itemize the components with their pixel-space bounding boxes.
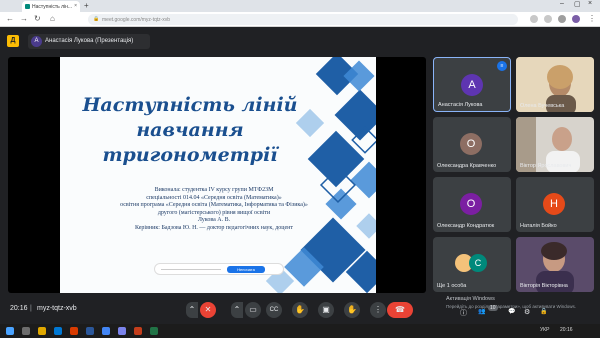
address-bar: ← → ↻ ⌂ 🔒 meet.google.com/myz-tqtz-xvb ⋮ xyxy=(0,12,600,27)
powerpoint-icon[interactable] xyxy=(134,327,142,335)
meet-header: Д А Анастасія Лукова (Презентація) xyxy=(0,28,600,54)
word-icon[interactable] xyxy=(86,327,94,335)
participant-name: Ще 1 особа xyxy=(437,283,467,289)
deco-diamond xyxy=(356,213,376,239)
participant-tile[interactable]: Вікторія Вікторівна xyxy=(516,237,594,292)
participant-avatar: С xyxy=(469,254,487,272)
extension-icon[interactable] xyxy=(544,15,552,23)
captions-button[interactable]: CC xyxy=(266,302,282,318)
search-icon[interactable] xyxy=(22,327,30,335)
extension-icon[interactable] xyxy=(530,15,538,23)
participant-avatar: О xyxy=(460,133,482,155)
close-tab-icon[interactable]: × xyxy=(74,3,77,9)
camera-button[interactable]: ▭ xyxy=(245,302,261,318)
windows-taskbar: УКР 20:16 xyxy=(0,324,600,338)
participant-tile[interactable]: О Олександр Кондратюк xyxy=(433,177,511,232)
slide-toolbar: Непочата презентація xyxy=(154,263,284,279)
raise-hand-button[interactable]: ✋ xyxy=(292,302,308,318)
participant-name: Олександр Кондратюк xyxy=(437,223,495,229)
downloads-icon[interactable] xyxy=(558,15,566,23)
participant-name: Вікторія Вікторівна xyxy=(520,283,568,289)
office-icon[interactable] xyxy=(70,327,78,335)
participant-avatar: А xyxy=(461,74,483,96)
maximize-icon[interactable]: ▢ xyxy=(574,0,581,8)
start-icon[interactable] xyxy=(6,327,14,335)
slide-body-line: другого (магістерського) рівня вищої осв… xyxy=(157,209,271,216)
slide-toolbar-button[interactable]: Непочата презентація xyxy=(227,266,265,279)
participant-tile[interactable]: Олена Бучевська xyxy=(516,57,594,112)
participant-name: Наталія Бойко xyxy=(520,223,557,229)
activities-icon[interactable]: ⚙ xyxy=(524,308,530,316)
presenter-chip[interactable]: А Анастасія Лукова (Презентація) xyxy=(28,34,150,49)
language-indicator[interactable]: УКР xyxy=(540,327,549,333)
participant-name: Анастасія Лукова xyxy=(438,102,483,108)
participant-tile[interactable]: Віктор Ярославович xyxy=(516,117,594,172)
speaking-indicator-icon: ≡ xyxy=(497,61,507,71)
presentation-slide: Наступність ліній навчання тригонометрії… xyxy=(60,57,376,293)
profile-avatar[interactable] xyxy=(572,15,580,23)
participant-tile[interactable]: О Олександра Кравченко xyxy=(433,117,511,172)
participant-name: Олена Бучевська xyxy=(520,103,565,109)
slide-toolbar-hint xyxy=(161,269,221,270)
participant-avatar: Н xyxy=(543,193,565,215)
close-window-icon[interactable]: × xyxy=(588,0,592,7)
lock-icon: 🔒 xyxy=(93,16,100,22)
tab-title: Наступність лін... xyxy=(32,4,73,10)
system-clock[interactable]: 20:16 xyxy=(560,327,573,333)
presentation-stage: Наступність ліній навчання тригонометрії… xyxy=(8,57,426,293)
more-options-button[interactable]: ⋮ xyxy=(370,302,386,318)
new-tab-icon[interactable]: + xyxy=(84,1,89,10)
slide-title-line: навчання тригонометрії xyxy=(102,119,278,166)
chat-icon[interactable]: 💬 xyxy=(508,308,515,315)
slide-body-line: Лукова А. В. xyxy=(197,217,231,224)
slide-body-line: Керівник: Бадзова Ю. Н. — доктор педагог… xyxy=(135,224,293,231)
teams-icon[interactable] xyxy=(118,327,126,335)
camera-options-icon[interactable]: ⌃ xyxy=(231,302,243,318)
participant-avatar: О xyxy=(460,193,482,215)
meet-favicon-icon xyxy=(25,4,30,9)
back-icon[interactable]: ← xyxy=(6,14,14,23)
menu-icon[interactable]: ⋮ xyxy=(588,14,596,23)
meeting-time: 20:16 xyxy=(10,305,28,312)
windows-activation-title: Активація Windows xyxy=(446,296,495,302)
mic-off-button[interactable]: ✕ xyxy=(200,302,216,318)
screen: Наступність лін... × + – ▢ × ← → ↻ ⌂ 🔒 m… xyxy=(0,0,600,338)
meeting-code: myz-tqtz-xvb xyxy=(37,305,77,312)
present-button[interactable]: ▣ xyxy=(318,302,334,318)
participant-tile[interactable]: А ≡ Анастасія Лукова xyxy=(433,57,511,112)
presenter-label: Анастасія Лукова (Презентація) xyxy=(45,38,134,44)
slide-title-line: Наступність ліній xyxy=(82,94,298,116)
home-icon[interactable]: ⌂ xyxy=(50,14,55,23)
people-count-badge: 10 xyxy=(488,305,498,311)
browser-tab[interactable]: Наступність лін... × xyxy=(22,1,80,12)
slide-body-line: Виконала: студентка IV курсу групи МТФ23… xyxy=(154,187,274,193)
leave-call-button[interactable]: ☎ xyxy=(387,302,413,318)
participant-name: Олександра Кравченко xyxy=(437,163,497,169)
meeting-info-icon[interactable]: ⓘ xyxy=(460,308,467,318)
raise-hand-icon[interactable]: ✋ xyxy=(344,302,360,318)
file-explorer-icon[interactable] xyxy=(38,327,46,335)
forward-icon[interactable]: → xyxy=(20,14,28,23)
participant-name: Віктор Ярославович xyxy=(520,163,572,169)
participant-tile[interactable]: С Ще 1 особа xyxy=(433,237,511,292)
browser-tabstrip: Наступність лін... × + – ▢ × xyxy=(0,0,600,12)
url-input[interactable]: 🔒 meet.google.com/myz-tqtz-xvb xyxy=(88,14,518,25)
presenter-avatar: А xyxy=(31,36,42,47)
url-text: meet.google.com/myz-tqtz-xvb xyxy=(102,17,171,23)
minimize-icon[interactable]: – xyxy=(560,0,564,7)
separator: | xyxy=(30,305,32,312)
slide-body: Виконала: студентка IV курсу групи МТФ23… xyxy=(100,187,328,233)
mic-options-icon[interactable]: ⌃ xyxy=(186,302,198,318)
participant-tile[interactable]: Н Наталія Бойко xyxy=(516,177,594,232)
host-controls-icon[interactable]: 🔒 xyxy=(540,308,547,315)
chrome-icon[interactable] xyxy=(102,327,110,335)
excel-icon[interactable] xyxy=(150,327,158,335)
reload-icon[interactable]: ↻ xyxy=(34,14,41,23)
slide-body-line: освітня програма «Середня освіта (Матема… xyxy=(120,202,308,209)
slide-title: Наступність ліній навчання тригонометрії xyxy=(60,93,320,168)
edge-icon[interactable] xyxy=(54,327,62,335)
people-icon[interactable]: 👥 xyxy=(478,308,485,315)
meet-logo-icon: Д xyxy=(7,35,19,47)
